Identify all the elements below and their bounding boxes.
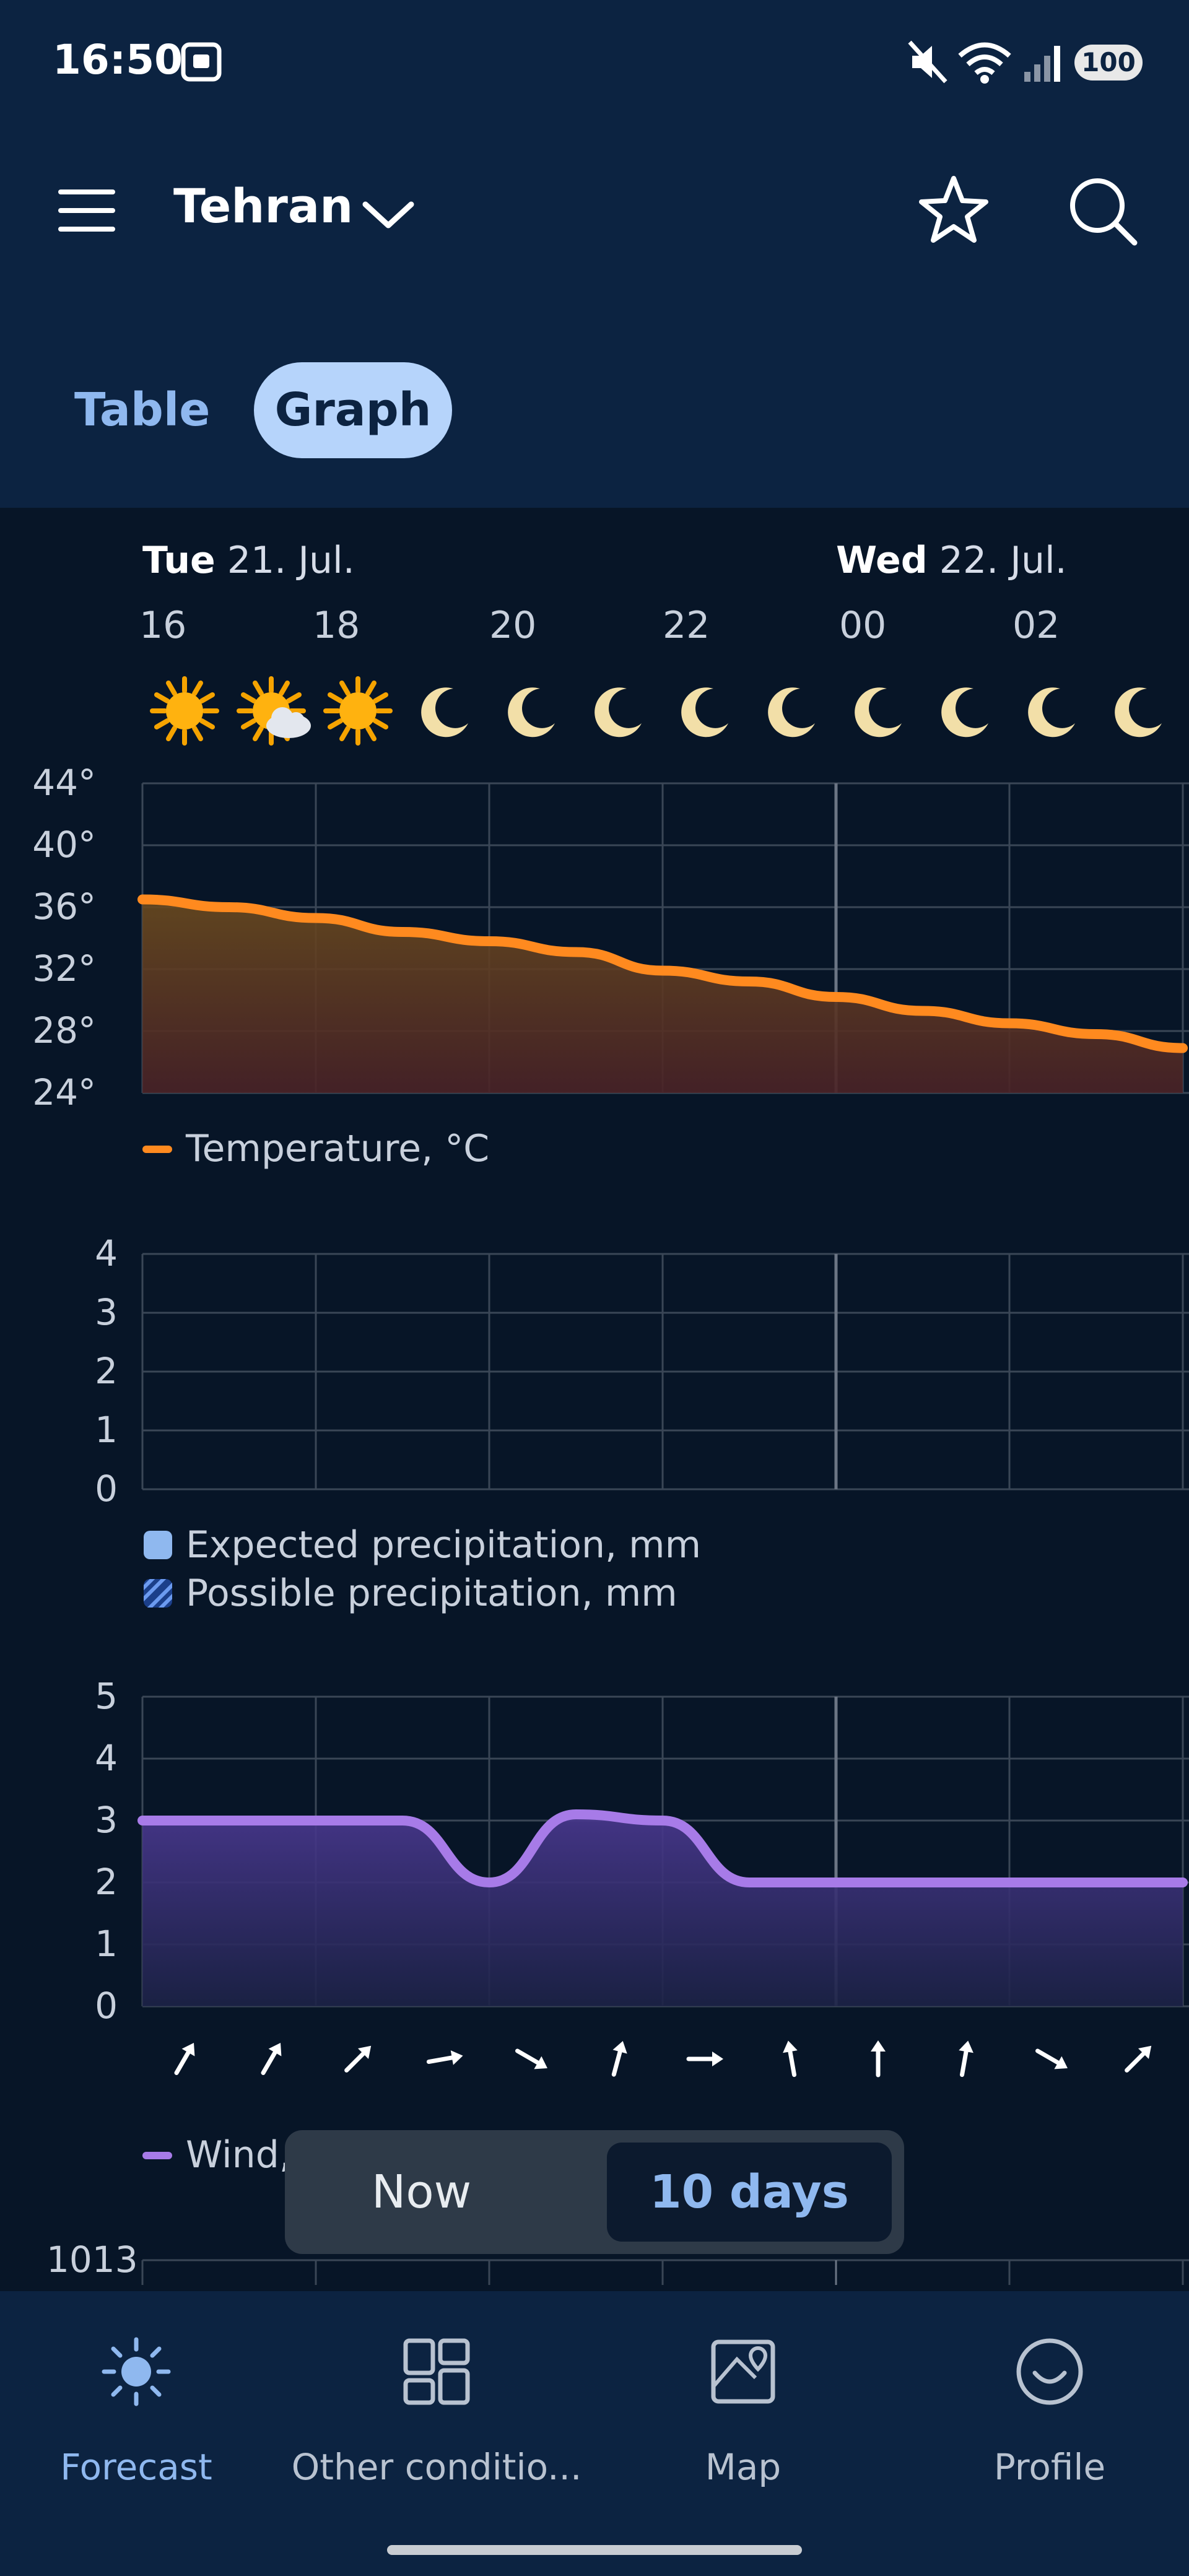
temp-y-tick: 24° [32,1071,96,1113]
precip-y-tick: 3 [95,1291,118,1333]
moon-icon [1028,687,1075,738]
temp-y-tick: 40° [32,824,96,866]
bottom-navigation: Forecast Other conditio... Map Profile [0,2291,1189,2576]
wind-y-tick: 0 [95,1985,118,2027]
precip-y-tick: 1 [95,1409,118,1451]
wind-y-tick: 5 [95,1675,118,1717]
nav-label: Forecast [60,2446,212,2488]
forecast-charts [137,676,1189,2285]
moon-icon [855,687,902,738]
wind-arrow-icon [426,2050,463,2065]
map-icon [711,2339,775,2404]
wind-y-tick: 2 [95,1861,118,1903]
sun-cloud-icon [237,676,311,746]
nav-label: Other conditio... [291,2446,582,2488]
temperature-legend: Temperature, °C [186,1127,490,1170]
wind-y-tick: 3 [95,1799,118,1841]
wind-y-tick: 4 [95,1737,118,1779]
precip-y-tick: 2 [95,1350,118,1392]
nav-forecast[interactable]: Forecast [37,2291,235,2488]
nav-label: Map [705,2446,782,2488]
nav-label: Profile [993,2446,1106,2488]
pressure-y-tick: 1013 [46,2239,138,2281]
forecast-range-toggle: Now 10 days [285,2130,904,2254]
home-indicator [387,2545,802,2555]
wind-arrow-icon [871,2040,886,2078]
sun-icon [102,2337,171,2406]
moon-icon [508,687,555,738]
grid-icon [403,2338,470,2405]
wind-legend-swatch [142,2152,172,2159]
moon-icon [768,687,815,738]
wind-arrow-icon [783,2040,798,2078]
moon-icon [421,687,468,738]
wind-arrow-icon [611,2041,627,2077]
wind-legend: Wind, [186,2133,291,2177]
expected-precip-legend: Expected precipitation, mm [186,1523,702,1567]
wind-arrow-icon [344,2045,372,2073]
wind-arrow-icon [1035,2048,1068,2069]
wind-arrow-icon [959,2040,973,2078]
temp-y-tick: 28° [32,1009,96,1051]
wind-arrow-icon [174,2043,195,2076]
wind-arrow-icon [1125,2045,1152,2073]
temp-y-tick: 44° [32,762,96,804]
sun-icon [150,676,219,746]
smile-icon [1016,2338,1083,2405]
moon-icon [681,687,728,738]
sun-icon [323,676,393,746]
nav-other-conditions[interactable]: Other conditio... [291,2291,582,2488]
wind-arrow-icon [261,2043,282,2076]
wind-arrow-icon [686,2052,723,2066]
temp-y-tick: 36° [32,886,96,928]
precip-y-tick: 0 [95,1468,118,1510]
moon-icon [941,687,988,738]
wind-y-tick: 1 [95,1923,118,1965]
moon-icon [594,687,642,738]
wind-area [142,1814,1183,2006]
temp-y-tick: 32° [32,947,96,990]
nav-profile[interactable]: Profile [954,2291,1146,2488]
temperature-legend-swatch [142,1146,172,1153]
nav-map[interactable]: Map [650,2291,836,2488]
possible-precip-legend: Possible precipitation, mm [186,1572,677,1615]
wind-arrow-icon [515,2048,547,2069]
expected-precip-swatch [144,1531,172,1559]
precip-y-tick: 4 [95,1232,118,1274]
possible-precip-swatch [144,1579,172,1608]
ten-days-toggle-button[interactable]: 10 days [607,2143,892,2242]
now-toggle-button[interactable]: Now [372,2130,471,2254]
moon-icon [1115,687,1162,738]
